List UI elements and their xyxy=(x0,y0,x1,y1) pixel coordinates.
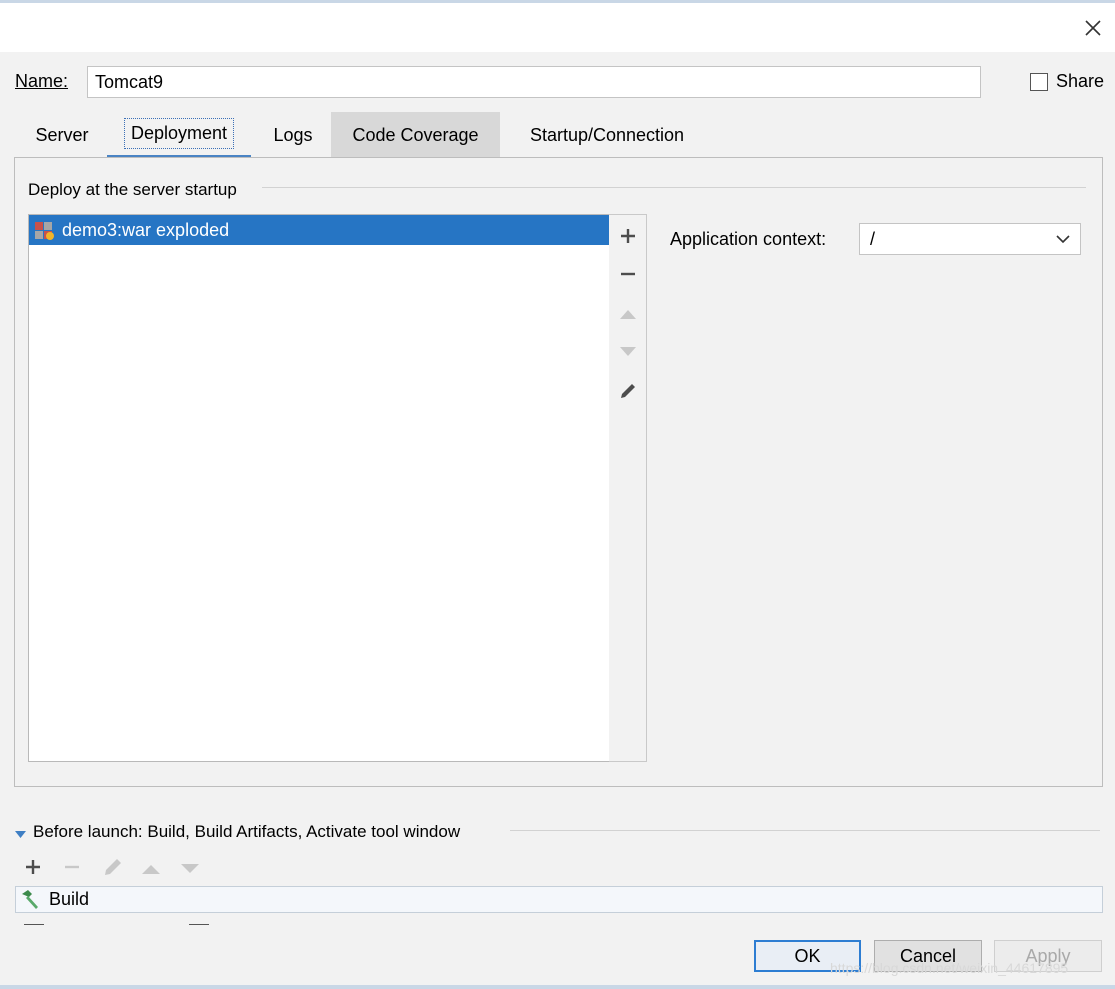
close-button[interactable] xyxy=(1077,12,1109,44)
move-task-up-button[interactable] xyxy=(141,862,161,876)
artifact-list[interactable]: demo3:war exploded xyxy=(28,214,610,762)
add-artifact-button[interactable] xyxy=(609,221,647,251)
chevron-down-icon xyxy=(1056,234,1070,243)
section-divider xyxy=(262,187,1086,188)
remove-icon xyxy=(65,865,79,869)
artifact-toolbar xyxy=(609,214,647,762)
tab-label: Logs xyxy=(273,124,313,145)
remove-task-button[interactable] xyxy=(63,858,83,878)
tab-logs[interactable]: Logs xyxy=(259,112,327,158)
close-icon xyxy=(1085,20,1101,36)
before-launch-title: Before launch: Build, Build Artifacts, A… xyxy=(33,822,461,841)
tab-label: Server xyxy=(35,124,89,145)
before-launch-divider xyxy=(510,830,1100,831)
application-context-select[interactable]: / xyxy=(859,223,1081,255)
move-down-button[interactable] xyxy=(609,337,647,367)
tab-label: Code Coverage xyxy=(352,124,479,145)
move-down-icon xyxy=(620,347,636,356)
scroll-indicator xyxy=(189,924,209,925)
edit-artifact-button[interactable] xyxy=(609,376,647,406)
name-label: Name: xyxy=(15,71,69,91)
remove-artifact-button[interactable] xyxy=(609,259,647,289)
share-label: Share xyxy=(1056,71,1105,91)
hammer-icon xyxy=(19,889,41,911)
edit-icon xyxy=(621,384,635,398)
deploy-section-title: Deploy at the server startup xyxy=(28,180,237,199)
tab-deployment[interactable]: Deployment xyxy=(107,112,251,158)
tab-code-coverage[interactable]: Code Coverage xyxy=(331,112,500,158)
edit-task-button[interactable] xyxy=(102,856,124,878)
move-up-button[interactable] xyxy=(609,299,647,329)
dialog-title-bar xyxy=(0,0,1115,52)
name-input[interactable] xyxy=(87,66,981,98)
list-item[interactable]: demo3:war exploded xyxy=(29,215,609,245)
scroll-indicator xyxy=(24,924,44,925)
remove-icon xyxy=(621,272,635,276)
tab-server[interactable]: Server xyxy=(22,112,102,158)
tab-label: Deployment xyxy=(123,118,235,149)
move-down-icon xyxy=(181,864,199,873)
task-label: Build xyxy=(49,889,90,909)
move-task-down-button[interactable] xyxy=(180,862,200,876)
add-icon xyxy=(621,229,635,243)
dialog-bottom-edge xyxy=(0,985,1115,989)
application-context-label: Application context: xyxy=(670,229,827,249)
watermark-text: https://blog.csdn.net/weixin_44617895 xyxy=(830,960,1069,976)
application-context-value: / xyxy=(870,228,876,249)
add-task-button[interactable] xyxy=(24,858,44,878)
list-item-label: demo3:war exploded xyxy=(62,219,230,240)
edit-icon xyxy=(105,859,121,875)
tab-label: Startup/Connection xyxy=(529,124,685,145)
tab-startup-connection[interactable]: Startup/Connection xyxy=(508,112,706,158)
move-up-icon xyxy=(142,865,160,874)
triangle-down-icon xyxy=(15,831,26,838)
before-launch-expander[interactable] xyxy=(15,826,26,844)
artifact-icon xyxy=(33,219,55,241)
move-up-icon xyxy=(620,310,636,319)
share-checkbox[interactable] xyxy=(1030,73,1048,91)
add-icon xyxy=(26,860,40,874)
task-row-build[interactable]: Build xyxy=(15,886,1103,913)
